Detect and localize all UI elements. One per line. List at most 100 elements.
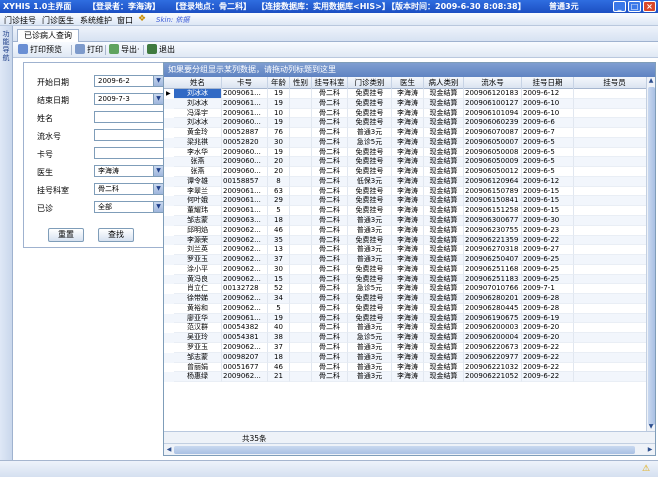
chevron-down-icon[interactable]: ▼ bbox=[153, 94, 163, 104]
table-row[interactable]: 罗亚玉 2009062... 37 骨二科 普通3元 李海涛 现金结算 20090622067… bbox=[164, 343, 646, 353]
column-header-patient-type[interactable]: 病人类别 bbox=[424, 77, 464, 89]
table-row[interactable]: ▶ 刘冰冰 2009061... 19 骨二科 免费挂号 李海涛 现金结算 2009061201… bbox=[164, 89, 646, 99]
query-button[interactable]: 查找 bbox=[98, 228, 134, 242]
puzzle-icon[interactable]: ❖ bbox=[138, 14, 149, 25]
menu-outpatient-doctor[interactable]: 门诊医生 bbox=[42, 15, 74, 26]
close-button[interactable]: × bbox=[643, 1, 656, 12]
scroll-left-icon[interactable]: ◀ bbox=[165, 446, 173, 454]
table-row[interactable]: 黄裕和 2009062... 5 骨二科 免费挂号 李海涛 现金结算 200906280445… bbox=[164, 303, 646, 314]
cell-doctor: 李海涛 bbox=[392, 157, 424, 168]
column-header-card[interactable]: 卡号 bbox=[222, 77, 268, 89]
column-header-doctor[interactable]: 医生 bbox=[392, 77, 424, 89]
cell-sex bbox=[290, 294, 312, 304]
menu-window[interactable]: 窗口 bbox=[117, 15, 133, 26]
maximize-button[interactable]: □ bbox=[628, 1, 641, 12]
cell-name: 吴亚玲 bbox=[174, 333, 222, 344]
start-date-label: 开始日期 bbox=[37, 78, 69, 87]
scroll-right-icon[interactable]: ▶ bbox=[646, 446, 654, 454]
chevron-down-icon[interactable]: ▼ bbox=[153, 166, 163, 176]
menu-system-maintenance[interactable]: 系统维护 bbox=[80, 15, 112, 26]
tab-seen-patient-query[interactable]: 已诊病人查询 bbox=[17, 29, 79, 42]
cell-dept: 骨二科 bbox=[312, 303, 348, 314]
print-preview-button[interactable]: 打印预览 bbox=[18, 44, 62, 56]
column-header-sex[interactable]: 性别 bbox=[290, 77, 312, 89]
cell-reg-date: 2009-6-15 bbox=[522, 186, 574, 197]
table-row[interactable]: 黄冯良 2009062... 15 骨二科 免费挂号 李海涛 现金结算 20090625118… bbox=[164, 274, 646, 285]
cell-age: 20 bbox=[268, 167, 290, 177]
vertical-scrollbar[interactable]: ▲ ▼ bbox=[646, 77, 655, 431]
dept-select[interactable]: 骨二科 ▼ bbox=[94, 183, 164, 195]
table-row[interactable]: 李源荣 2009062... 35 骨二科 免费挂号 李海涛 现金结算 20090622135… bbox=[164, 235, 646, 246]
cell-serial: 200906280201 bbox=[464, 294, 522, 304]
table-row[interactable]: 冯泽宇 2009061... 10 骨二科 免费挂号 李海涛 现金结算 20090610109… bbox=[164, 108, 646, 119]
name-input[interactable] bbox=[94, 111, 164, 123]
scroll-down-icon[interactable]: ▼ bbox=[647, 423, 655, 431]
table-row[interactable]: 吴亚玲 00054381 38 骨二科 急诊5元 李海涛 现金结算 200906200004 2… bbox=[164, 333, 646, 344]
seen-select[interactable]: 全部 ▼ bbox=[94, 201, 164, 213]
doctor-select[interactable]: 李海涛 ▼ bbox=[94, 165, 164, 177]
table-row[interactable]: 涂小平 2009062... 30 骨二科 免费挂号 李海涛 现金结算 20090625116… bbox=[164, 264, 646, 275]
column-header-clinic-type[interactable]: 门诊类别 bbox=[348, 77, 392, 89]
reset-button[interactable]: 重置 bbox=[48, 228, 84, 242]
table-row[interactable]: 黄金玲 00052887 76 骨二科 普通3元 李海涛 现金结算 200906070087 2… bbox=[164, 128, 646, 138]
table-row[interactable]: 廖亚华 2009061... 19 骨二科 免费挂号 李海涛 现金结算 20090619067… bbox=[164, 313, 646, 324]
exit-button[interactable]: 退出 bbox=[147, 44, 175, 56]
table-row[interactable]: 徐带娣 2009062... 34 骨二科 免费挂号 李海涛 现金结算 20090628020… bbox=[164, 294, 646, 304]
cell-sex bbox=[290, 225, 312, 236]
table-row[interactable]: 刘兰英 2009062... 13 骨二科 普通3元 李海涛 现金结算 20090627031… bbox=[164, 245, 646, 256]
menu-outpatient-registration[interactable]: 门诊挂号 bbox=[4, 15, 36, 26]
column-header-dept[interactable]: 挂号科室 bbox=[312, 77, 348, 89]
column-header-name[interactable]: 姓名 bbox=[174, 77, 222, 89]
cell-serial: 200906200004 bbox=[464, 333, 522, 344]
table-row[interactable]: 谭令雄 00158857 8 骨二科 低保3元 李海涛 现金结算 200906120964 20… bbox=[164, 176, 646, 187]
table-row[interactable]: 刘冰冰 2009060... 19 骨二科 免费挂号 李海涛 现金结算 20090606023… bbox=[164, 118, 646, 129]
cell-age: 40 bbox=[268, 323, 290, 334]
end-date-picker[interactable]: 2009-7-3 ▼ bbox=[94, 93, 164, 105]
table-row[interactable]: 张燕 2009060... 20 骨二科 免费挂号 李海涛 现金结算 200906050012… bbox=[164, 167, 646, 177]
nav-strip-label[interactable]: 功能导航 bbox=[1, 30, 11, 62]
cell-doctor: 李海涛 bbox=[392, 352, 424, 363]
column-header-reg-date[interactable]: 挂号日期 bbox=[522, 77, 574, 89]
table-row[interactable]: 何叶娥 2009061... 29 骨二科 免费挂号 李海涛 现金结算 20090615084… bbox=[164, 196, 646, 207]
table-row[interactable]: 曾丽娟 00051677 46 骨二科 普通3元 李海涛 现金结算 200906221032 2… bbox=[164, 362, 646, 373]
horizontal-scrollbar[interactable]: ◀ ▶ bbox=[164, 443, 655, 455]
minimize-button[interactable]: _ bbox=[613, 1, 626, 12]
column-header-age[interactable]: 年龄 bbox=[268, 77, 290, 89]
table-row[interactable]: 范汉群 00054382 40 骨二科 普通3元 李海涛 现金结算 200906200003 2… bbox=[164, 323, 646, 334]
vertical-scroll-thumb[interactable] bbox=[648, 87, 655, 425]
cell-reg-date: 2009-7-1 bbox=[522, 284, 574, 295]
column-header-serial[interactable]: 流水号 bbox=[464, 77, 522, 89]
start-date-picker[interactable]: 2009-6-2 ▼ bbox=[94, 75, 164, 87]
table-row[interactable]: 李水华 2009060... 19 骨二科 免费挂号 李海涛 现金结算 20090605000… bbox=[164, 147, 646, 158]
chevron-down-icon[interactable]: ▼ bbox=[153, 76, 163, 86]
table-row[interactable]: 李翠兰 2009061... 63 骨二科 免费挂号 李海涛 现金结算 20090615078… bbox=[164, 186, 646, 197]
print-button[interactable]: 打印 bbox=[75, 44, 103, 56]
table-row[interactable]: 刘冰冰 2009061... 19 骨二科 免费挂号 李海涛 现金结算 20090610012… bbox=[164, 98, 646, 109]
card-input[interactable] bbox=[94, 147, 164, 159]
table-row[interactable]: 张燕 2009060... 20 骨二科 免费挂号 李海涛 现金结算 200906050009… bbox=[164, 157, 646, 168]
table-row[interactable]: 邹志蒙 00098207 18 骨二科 普通3元 李海涛 现金结算 200906220977 2… bbox=[164, 352, 646, 363]
window-title-bar: XYHIS 1.0主界面 【登录者：李海涛】 【登录地点：骨二科】 【连接数据库… bbox=[0, 0, 658, 13]
chevron-down-icon[interactable]: ▼ bbox=[153, 202, 163, 212]
cell-age: 30 bbox=[268, 264, 290, 275]
export-button[interactable]: 导出· bbox=[109, 44, 140, 56]
cell-registrar bbox=[574, 138, 646, 148]
table-row[interactable]: 肖立仁 00132728 52 骨二科 急诊5元 李海涛 现金结算 200907010766 2… bbox=[164, 284, 646, 295]
table-row[interactable]: 邱明焰 2009062... 46 骨二科 普通3元 李海涛 现金结算 20090623075… bbox=[164, 225, 646, 236]
skin-label[interactable]: Skin: 依据 bbox=[156, 15, 189, 25]
table-row[interactable]: 梁兆祺 00052820 30 骨二科 急诊5元 李海涛 现金结算 200906050007 2… bbox=[164, 137, 646, 148]
group-by-panel[interactable]: 如果要分组显示某列数据，请拖动列标题到这里 bbox=[164, 63, 655, 77]
serial-input[interactable] bbox=[94, 129, 164, 141]
chevron-down-icon[interactable]: ▼ bbox=[153, 184, 163, 194]
column-header-registrar[interactable]: 挂号员 bbox=[574, 77, 655, 89]
scroll-up-icon[interactable]: ▲ bbox=[647, 77, 655, 85]
cell-clinic-type: 免费挂号 bbox=[348, 313, 392, 324]
table-row[interactable]: 邹志蒙 2009063... 18 骨二科 普通3元 李海涛 现金结算 20090630067… bbox=[164, 216, 646, 226]
table-row[interactable]: 杨惠绿 2009062... 21 骨二科 普通3元 李海涛 现金结算 20090622105… bbox=[164, 372, 646, 383]
cell-age: 19 bbox=[268, 118, 290, 129]
table-row[interactable]: 董耀玮 2009061... 5 骨二科 免费挂号 李海涛 现金结算 200906151258… bbox=[164, 206, 646, 216]
table-row[interactable]: 罗亚玉 2009062... 37 骨二科 普通3元 李海涛 现金结算 20090625040… bbox=[164, 255, 646, 265]
cell-doctor: 李海涛 bbox=[392, 362, 424, 373]
horizontal-scroll-thumb[interactable] bbox=[174, 446, 635, 454]
cell-registrar bbox=[574, 245, 646, 256]
